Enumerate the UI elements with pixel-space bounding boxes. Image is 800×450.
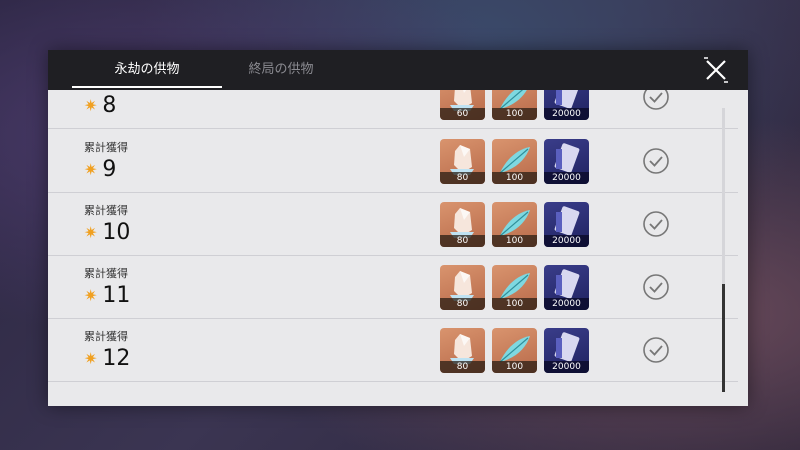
ticket-icon[interactable]: 20000 [544,139,589,184]
scrollbar-thumb[interactable] [722,284,725,392]
item-quantity: 20000 [544,235,589,247]
star-icon: ✷ [84,222,98,242]
star-icon: ✷ [84,159,98,179]
reward-row: 累計獲得 ✷ 10 80 100 20000 [48,192,738,256]
item-quantity: 100 [492,172,537,184]
tab-bar: 永劫の供物 終局の供物 [48,50,748,90]
row-number: 12 [102,345,131,371]
item-quantity: 100 [492,235,537,247]
reward-row: 累計獲得 ✷ 11 80 100 20000 [48,255,738,319]
star-icon: ✷ [84,348,98,368]
check-circle-icon[interactable] [642,90,670,111]
row-label: 累計獲得 [84,267,128,280]
row-number: 9 [102,156,117,182]
check-circle-icon[interactable] [642,210,670,238]
check-circle-icon[interactable] [642,273,670,301]
item-quantity: 80 [440,298,485,310]
close-icon[interactable] [702,56,730,84]
crystal-icon[interactable]: 80 [440,139,485,184]
item-quantity: 20000 [544,108,589,120]
reward-row: 累計獲得 ✷ 9 80 100 20000 [48,129,738,193]
ticket-icon[interactable]: 20000 [544,328,589,373]
item-quantity: 100 [492,361,537,373]
ticket-icon[interactable]: 20000 [544,90,589,120]
item-quantity: 80 [440,172,485,184]
feather-icon[interactable]: 100 [492,202,537,247]
reward-row: 累計獲得 ✷ 12 80 100 20000 [48,318,738,382]
ticket-icon[interactable]: 20000 [544,202,589,247]
star-icon: ✷ [84,285,98,305]
crystal-icon[interactable]: 80 [440,328,485,373]
item-quantity: 60 [440,108,485,120]
crystal-icon[interactable]: 80 [440,202,485,247]
item-quantity: 80 [440,361,485,373]
feather-icon[interactable]: 100 [492,328,537,373]
row-label: 累計獲得 [84,141,128,154]
check-circle-icon[interactable] [642,336,670,364]
row-count: ✷ 9 [84,155,116,183]
rewards-panel: 永劫の供物 終局の供物 ✷ 8 60 100 20000 累計獲得 ✷ 9 80… [48,50,748,406]
row-count: ✷ 12 [84,344,130,372]
crystal-icon[interactable]: 80 [440,265,485,310]
reward-row: ✷ 8 60 100 20000 [48,90,738,129]
row-label: 累計獲得 [84,330,128,343]
row-count: ✷ 8 [84,91,116,119]
row-number: 8 [102,92,117,118]
star-icon: ✷ [84,95,98,115]
reward-list[interactable]: ✷ 8 60 100 20000 累計獲得 ✷ 9 80 100 20000 累… [48,90,748,406]
feather-icon[interactable]: 100 [492,139,537,184]
feather-icon[interactable]: 100 [492,265,537,310]
item-quantity: 100 [492,108,537,120]
item-quantity: 80 [440,235,485,247]
crystal-icon[interactable]: 60 [440,90,485,120]
ticket-icon[interactable]: 20000 [544,265,589,310]
row-count: ✷ 11 [84,281,130,309]
row-count: ✷ 10 [84,218,130,246]
scrollbar[interactable] [722,108,725,392]
feather-icon[interactable]: 100 [492,90,537,120]
item-quantity: 100 [492,298,537,310]
tab-eternal-offering[interactable]: 永劫の供物 [72,50,222,90]
row-label: 累計獲得 [84,204,128,217]
tab-final-offering[interactable]: 終局の供物 [226,50,336,90]
item-quantity: 20000 [544,298,589,310]
item-quantity: 20000 [544,172,589,184]
item-quantity: 20000 [544,361,589,373]
check-circle-icon[interactable] [642,147,670,175]
row-number: 10 [102,219,131,245]
row-number: 11 [102,282,131,308]
